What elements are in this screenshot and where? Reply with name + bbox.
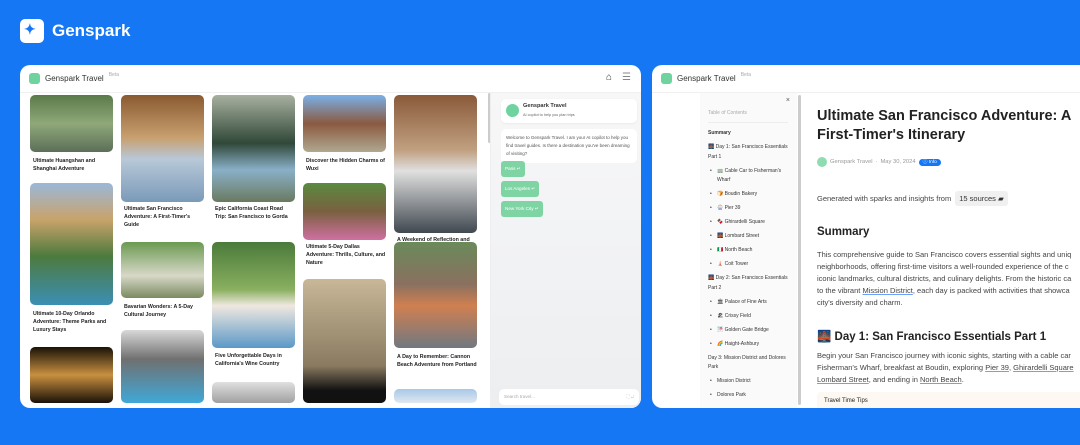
ghirardelli-link[interactable]: Ghirardelli Square [1013,363,1073,372]
toc-item[interactable]: 🏖 Crissy Field [708,312,790,322]
toc-item[interactable]: 🍞 Boudin Bakery [708,190,790,200]
travel-tips-box: Travel Time Tips [817,392,1080,408]
table-of-contents: × Table of Contents Summary 🌉 Day 1: San … [700,93,797,408]
toc-item[interactable]: Day 3: Mission District and Dolores Park [708,354,790,373]
article-meta: Genspark Travel · May 30, 2024 ⓘ Info [817,157,941,167]
guide-article-window: Genspark Travel Beta × Table of Contents… [652,65,1080,408]
toc-item[interactable]: 🏛 Palace of Fine Arts [708,298,790,308]
guide-image[interactable] [394,389,477,403]
author-avatar [817,157,827,167]
info-badge[interactable]: ⓘ Info [918,158,941,166]
beta-badge: Beta [108,72,119,78]
guide-image[interactable] [121,95,204,202]
guide-image[interactable] [303,183,386,240]
toc-item[interactable]: 🎡 Pier 39 [708,204,790,214]
lombard-link[interactable]: Lombard Street [817,375,869,384]
guide-image[interactable] [303,279,386,403]
guide-image[interactable] [30,347,113,403]
day1-text: Begin your San Francisco journey with ic… [817,351,1074,384]
guide-title[interactable]: Ultimate 10-Day Orlando Adventure: Theme… [30,310,113,334]
welcome-message: Welcome to Genspark Travel. I am your AI… [501,129,637,163]
chat-panel: Genspark Travel AI copilot to help you pl… [490,93,641,408]
app-title[interactable]: Genspark Travel [45,74,104,83]
menu-icon[interactable]: ☰ [622,72,631,83]
toc-item[interactable]: Summary [708,129,790,139]
date: May 30, 2024 [880,159,916,165]
guide-image[interactable] [212,95,295,202]
guide-image[interactable] [394,242,477,348]
sources-button[interactable]: 15 sources ▰ [955,191,1008,206]
search-input[interactable]: Search travel... ⛶ ↵ [499,389,639,405]
toc-item[interactable]: Mission District [708,377,790,387]
guide-title[interactable]: Discover the Hidden Charms of Wuxi [303,157,386,173]
app-title[interactable]: Genspark Travel [677,74,736,83]
guide-image[interactable] [394,95,477,233]
toc-item[interactable]: Dolores Park [708,391,790,401]
guide-title[interactable]: Ultimate 5-Day Dallas Adventure: Thrills… [303,243,386,267]
app-header: Genspark Travel Beta ⌂ ☰ [20,65,641,93]
toc-item[interactable]: 🌉 Day 2: San Francisco Essentials Part 2 [708,274,790,293]
guide-image[interactable] [30,95,113,152]
suggestion-los-angeles[interactable]: Los Angeles ↵ [501,181,540,197]
toc-scrollbar[interactable] [798,95,801,405]
expand-icon[interactable]: ⛶ [626,394,629,399]
travel-home-window: Genspark Travel Beta ⌂ ☰ Ultimate Huangsh… [20,65,641,408]
travel-tips-heading: Travel Time Tips [824,398,868,404]
generated-note: Generated with sparks and insights from 1… [817,191,1008,206]
chat-subtitle: AI copilot to help you plan trips [523,113,575,117]
close-icon[interactable]: × [786,97,790,104]
toc-item[interactable]: 🇮🇹 North Beach [708,246,790,256]
toc-heading: Table of Contents [708,110,788,123]
guide-image[interactable] [303,95,386,152]
toc-item[interactable]: 🌉 Day 1: San Francisco Essentials Part 1 [708,143,790,162]
toc-item[interactable]: 🌁 Golden Gate Bridge [708,326,790,336]
copilot-avatar [506,104,519,117]
guide-image[interactable] [121,242,204,298]
north-beach-link[interactable]: North Beach [920,375,962,384]
genspark-logo-icon [20,19,44,43]
author: Genspark Travel [830,159,873,165]
home-icon[interactable]: ⌂ [606,72,612,83]
guide-title[interactable]: Bavarian Wonders: A 5-Day Cultural Journ… [121,303,204,319]
enter-icon[interactable]: ↵ [631,394,634,399]
chat-header: Genspark Travel AI copilot to help you pl… [501,99,637,123]
app-header: Genspark Travel Beta [652,65,1080,93]
summary-heading: Summary [817,226,870,238]
mission-district-link[interactable]: Mission District [862,286,912,295]
guide-title[interactable]: Epic California Coast Road Trip: San Fra… [212,205,295,221]
chat-title: Genspark Travel [523,103,567,109]
toc-item[interactable]: 🍫 Ghirardelli Square [708,218,790,228]
article: Ultimate San Francisco Adventure: A First… [817,93,1080,408]
genspark-brand: Genspark [20,19,130,43]
beta-badge: Beta [740,72,751,78]
toc-item[interactable]: 🗼 Coit Tower [708,260,790,270]
guide-image[interactable] [212,382,295,403]
article-title: Ultimate San Francisco Adventure: A First… [817,108,1072,143]
suggestion-paris[interactable]: Paris ↵ [501,161,525,177]
genspark-travel-logo-icon [29,73,40,84]
toc-item[interactable]: 🌈 Haight-Ashbury [708,340,790,350]
search-placeholder: Search travel... [504,394,535,399]
guide-title[interactable]: Ultimate San Francisco Adventure: A Firs… [121,205,204,229]
guide-image[interactable] [121,330,204,403]
pier-39-link[interactable]: Pier 39 [985,363,1009,372]
guide-title[interactable]: A Day to Remember: Cannon Beach Adventur… [394,353,477,369]
day1-heading: 🌉 Day 1: San Francisco Essentials Part 1 [817,331,1047,343]
toc-item[interactable]: 🚃 Cable Car to Fisherman's Wharf [708,167,790,186]
guide-image[interactable] [212,242,295,348]
guide-title[interactable]: Five Unforgettable Days in California's … [212,352,295,368]
guide-title[interactable]: Ultimate Huangshan and Shanghai Adventur… [30,157,113,173]
suggestion-new-york-city[interactable]: New York City ↵ [501,201,543,217]
brand-name: Genspark [52,21,131,40]
summary-text: This comprehensive guide to San Francisc… [817,250,1072,307]
genspark-travel-logo-icon [661,73,672,84]
guide-image[interactable] [30,183,113,305]
toc-item[interactable]: 🌉 Lombard Street [708,232,790,242]
